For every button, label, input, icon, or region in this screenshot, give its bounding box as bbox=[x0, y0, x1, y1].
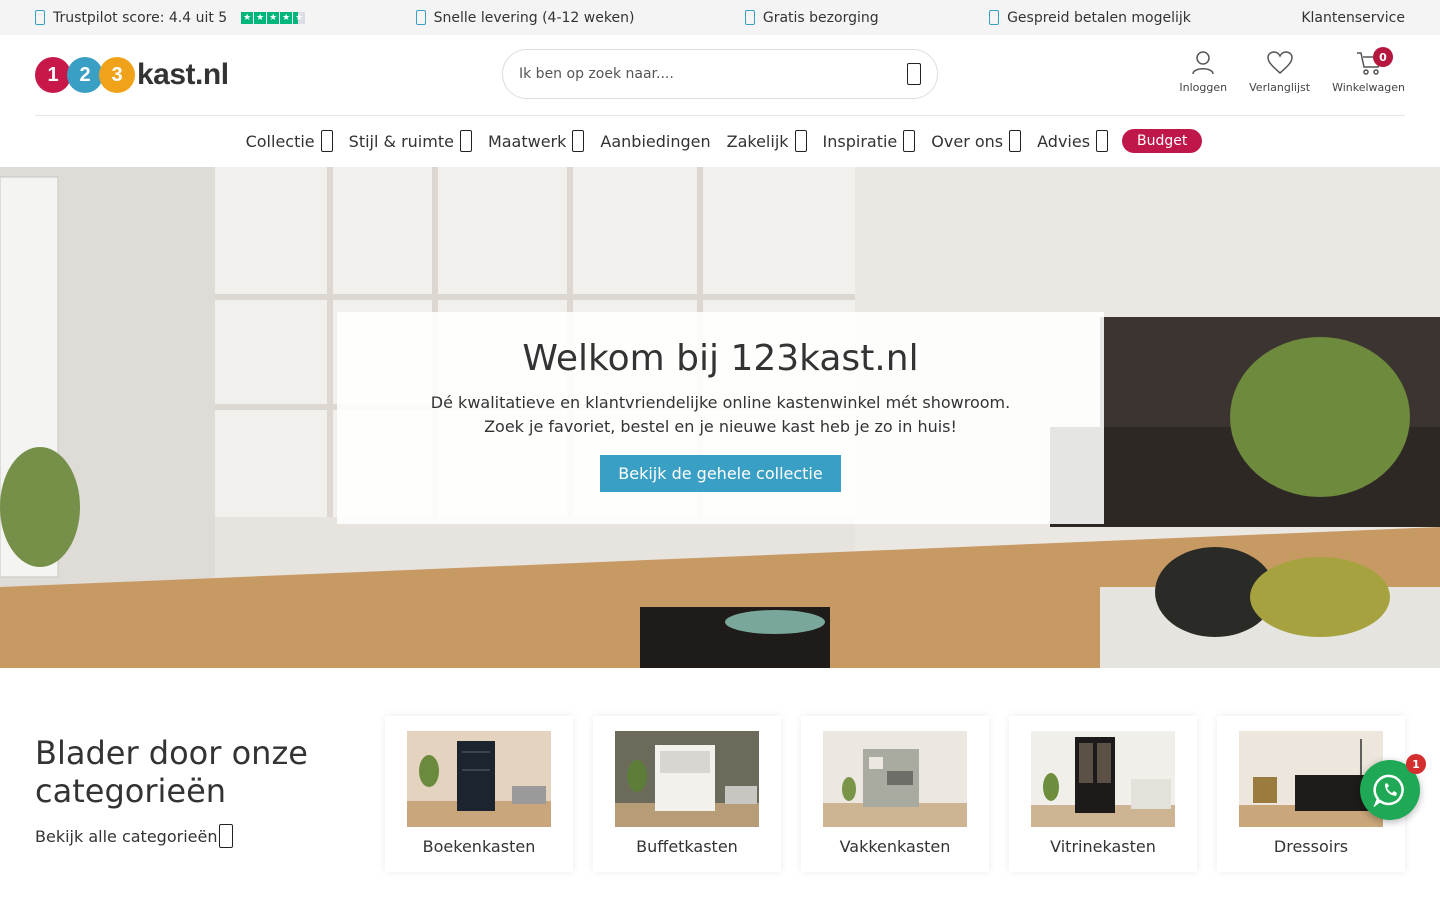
trustpilot-label: Trustpilot score: 4.4 uit 5 bbox=[53, 9, 228, 26]
usp-shipping-label: Gratis bezorging bbox=[762, 9, 879, 26]
nav-item-stijl-ruimte[interactable]: Stijl & ruimte bbox=[341, 130, 480, 152]
cart-count-badge: 0 bbox=[1373, 47, 1393, 67]
usp-trustpilot[interactable]: Trustpilot score: 4.4 uit 5 ★ ★ ★ ★ ★ bbox=[35, 9, 306, 26]
search-input[interactable] bbox=[519, 66, 907, 82]
header-actions: Inloggen Verlanglijst 0 Winkelwagen bbox=[1179, 47, 1405, 94]
all-categories-link[interactable]: Bekijk alle categorieën bbox=[35, 824, 385, 848]
categories-title: Blader door onze categorieën bbox=[35, 734, 308, 810]
nav-label: Aanbiedingen bbox=[600, 131, 711, 151]
chevron-down-icon bbox=[1009, 130, 1022, 152]
search-icon[interactable] bbox=[907, 63, 921, 85]
notification-badge: 1 bbox=[1406, 754, 1426, 774]
logo-digit-2: 2 bbox=[67, 57, 103, 93]
logo-digit-3: 3 bbox=[99, 57, 135, 93]
nav-item-over-ons[interactable]: Over ons bbox=[923, 130, 1029, 152]
header: 1 2 3 kast.nl Inloggen Verlanglijst bbox=[0, 35, 1440, 115]
chevron-down-icon bbox=[794, 130, 807, 152]
category-label: Dressoirs bbox=[1273, 837, 1349, 856]
chevron-down-icon bbox=[320, 130, 333, 152]
category-label: Boekenkasten bbox=[422, 837, 536, 856]
category-card-vakkenkasten[interactable]: Vakkenkasten bbox=[801, 716, 989, 872]
whatsapp-icon bbox=[1373, 774, 1404, 807]
nav-label: Stijl & ruimte bbox=[348, 131, 454, 151]
nav-label: Inspiratie bbox=[822, 131, 898, 151]
chevron-down-icon bbox=[903, 130, 916, 152]
nav-label: Zakelijk bbox=[726, 131, 789, 151]
customer-service-link[interactable]: Klantenservice bbox=[1301, 10, 1405, 26]
categories-section: Blader door onze categorieën Bekijk alle… bbox=[35, 716, 1405, 872]
nav-label: Collectie bbox=[245, 131, 315, 151]
usp-shipping: Gratis bezorging bbox=[744, 9, 879, 26]
usp-payment-label: Gespreid betalen mogelijk bbox=[1007, 9, 1191, 26]
nav-label: Over ons bbox=[931, 131, 1004, 151]
whatsapp-button[interactable]: 1 bbox=[1360, 754, 1426, 820]
vitrinekast-image bbox=[1031, 731, 1175, 827]
heart-icon bbox=[1266, 51, 1293, 74]
category-label: Vitrinekasten bbox=[1050, 837, 1156, 856]
nav-item-zakelijk[interactable]: Zakelijk bbox=[719, 130, 815, 152]
nav-item-collectie[interactable]: Collectie bbox=[238, 130, 341, 152]
category-card-buffetkasten[interactable]: Buffetkasten bbox=[593, 716, 781, 872]
category-grid: Boekenkasten Buffetkasten Vakkenkasten V… bbox=[385, 716, 1405, 872]
check-icon bbox=[989, 10, 1000, 25]
nav-item-advies[interactable]: Advies bbox=[1029, 130, 1116, 152]
logo-text: kast.nl bbox=[137, 58, 229, 91]
buffetkast-image bbox=[615, 731, 759, 827]
category-label: Vakkenkasten bbox=[839, 837, 951, 856]
all-categories-label: Bekijk alle categorieën bbox=[35, 826, 218, 846]
usp-bar: Trustpilot score: 4.4 uit 5 ★ ★ ★ ★ ★ Snelle… bbox=[0, 0, 1440, 35]
hero-card: Welkom bij 123kast.nl Dé kwalitatieve en… bbox=[337, 312, 1104, 524]
login-label: Inloggen bbox=[1179, 81, 1228, 94]
categories-intro: Blader door onze categorieën Bekijk alle… bbox=[35, 716, 385, 872]
main-nav: Collectie Stijl & ruimte Maatwerk Aanbie… bbox=[0, 116, 1440, 166]
wishlist-button[interactable]: Verlanglijst bbox=[1249, 49, 1310, 94]
chevron-right-icon bbox=[219, 824, 234, 848]
nav-label: Maatwerk bbox=[487, 131, 567, 151]
hero-text-line-2: Zoek je favoriet, bestel en je nieuwe ka… bbox=[484, 417, 957, 436]
chevron-down-icon bbox=[572, 130, 585, 152]
boekenkast-image bbox=[407, 731, 551, 827]
hero-title: Welkom bij 123kast.nl bbox=[522, 338, 919, 379]
vakkenkast-image bbox=[823, 731, 967, 827]
usp-delivery-label: Snelle levering (4-12 weken) bbox=[433, 9, 635, 26]
usp-payment: Gespreid betalen mogelijk bbox=[989, 10, 1191, 26]
hero-banner: Welkom bij 123kast.nl Dé kwalitatieve en… bbox=[0, 167, 1440, 668]
nav-item-budget[interactable]: Budget bbox=[1122, 129, 1203, 153]
check-icon bbox=[35, 10, 45, 25]
cart-label: Winkelwagen bbox=[1332, 81, 1405, 94]
hero-text-line-1: Dé kwalitatieve en klantvriendelijke onl… bbox=[430, 393, 1011, 412]
search-bar bbox=[502, 49, 938, 99]
trustpilot-stars-icon: ★ ★ ★ ★ ★ bbox=[241, 11, 306, 24]
user-icon bbox=[1192, 51, 1215, 75]
nav-item-maatwerk[interactable]: Maatwerk bbox=[480, 130, 592, 152]
wishlist-label: Verlanglijst bbox=[1249, 81, 1311, 94]
logo[interactable]: 1 2 3 kast.nl bbox=[35, 55, 229, 95]
category-label: Buffetkasten bbox=[636, 837, 738, 856]
logo-digit-1: 1 bbox=[35, 57, 71, 93]
check-icon bbox=[744, 10, 755, 25]
check-icon bbox=[415, 10, 426, 25]
login-button[interactable]: Inloggen bbox=[1179, 49, 1227, 94]
nav-item-aanbiedingen[interactable]: Aanbiedingen bbox=[592, 132, 718, 151]
category-card-boekenkasten[interactable]: Boekenkasten bbox=[385, 716, 573, 872]
nav-label: Advies bbox=[1037, 131, 1091, 151]
view-collection-button[interactable]: Bekijk de gehele collectie bbox=[600, 455, 841, 492]
category-card-vitrinekasten[interactable]: Vitrinekasten bbox=[1009, 716, 1197, 872]
chevron-down-icon bbox=[1096, 130, 1109, 152]
usp-delivery: Snelle levering (4-12 weken) bbox=[415, 9, 635, 26]
chevron-down-icon bbox=[459, 130, 472, 152]
nav-item-inspiratie[interactable]: Inspiratie bbox=[815, 130, 924, 152]
cart-button[interactable]: 0 Winkelwagen bbox=[1332, 47, 1405, 94]
